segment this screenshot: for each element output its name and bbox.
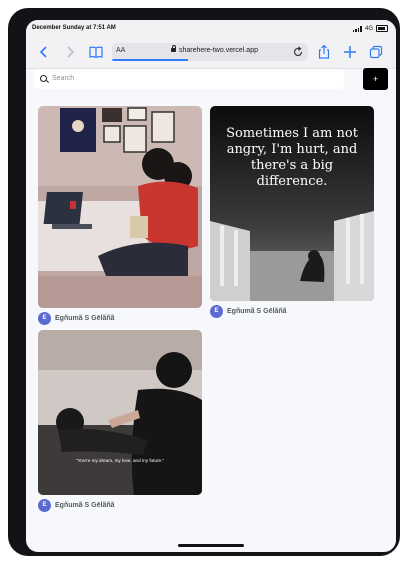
address-bar[interactable]: AA sharehere-two.vercel.app xyxy=(112,43,308,61)
author-name[interactable]: Egñumã S Gēlãñã xyxy=(55,502,115,509)
author-name[interactable]: Egñumã S Gēlãñã xyxy=(227,308,287,315)
pin-image[interactable] xyxy=(38,106,202,308)
pin-author[interactable]: E Egñumã S Gēlãñã xyxy=(38,499,115,512)
pin-author[interactable]: E Egñumã S Gēlãñã xyxy=(210,305,287,318)
avatar[interactable]: E xyxy=(210,305,223,318)
pin-card[interactable]: E Egñumã S Gēlãñã xyxy=(38,106,202,326)
avatar[interactable]: E xyxy=(38,499,51,512)
cellular-signal-icon xyxy=(352,25,362,32)
new-tab-icon[interactable] xyxy=(342,44,358,60)
back-icon[interactable] xyxy=(36,44,52,60)
text-size-button[interactable]: AA xyxy=(116,47,125,54)
search-row: Search + xyxy=(34,68,388,91)
reload-icon[interactable] xyxy=(292,45,304,62)
pin-caption: "You're my dream, my love, and my future… xyxy=(76,458,164,463)
battery-icon xyxy=(376,25,388,32)
url-text: sharehere-two.vercel.app xyxy=(179,47,258,54)
lock-icon xyxy=(171,45,176,52)
pin-author[interactable]: E Egñumã S Gēlãñã xyxy=(38,312,115,325)
status-bar: December Sunday at 7:51 AM 4G xyxy=(26,20,396,38)
ipad-frame: December Sunday at 7:51 AM 4G AA sharehe… xyxy=(8,8,400,556)
tabs-icon[interactable] xyxy=(368,44,384,60)
pin-card[interactable]: Sometimes I am not angry, I'm hurt, and … xyxy=(210,106,374,321)
forward-icon[interactable] xyxy=(62,44,78,60)
page-load-progress xyxy=(112,59,188,61)
status-datetime: December Sunday at 7:51 AM xyxy=(32,25,116,31)
avatar[interactable]: E xyxy=(38,312,51,325)
bookmarks-icon[interactable] xyxy=(88,44,104,60)
screen: December Sunday at 7:51 AM 4G AA sharehe… xyxy=(26,20,396,552)
search-icon xyxy=(40,75,47,82)
network-type: 4G xyxy=(364,25,373,32)
pin-quote: Sometimes I am not angry, I'm hurt, and … xyxy=(226,126,358,189)
browser-toolbar: AA sharehere-two.vercel.app xyxy=(26,38,396,69)
pin-card[interactable]: "You're my dream, my love, and my future… xyxy=(38,330,202,515)
share-icon[interactable] xyxy=(316,44,332,60)
pin-image[interactable]: Sometimes I am not angry, I'm hurt, and … xyxy=(210,106,374,301)
search-placeholder: Search xyxy=(52,75,75,82)
author-name[interactable]: Egñumã S Gēlãñã xyxy=(55,315,115,322)
add-pin-button[interactable]: + xyxy=(363,68,388,90)
pin-image[interactable]: "You're my dream, my love, and my future… xyxy=(38,330,202,495)
status-indicators: 4G xyxy=(352,25,388,32)
search-input[interactable]: Search xyxy=(34,69,344,89)
home-indicator[interactable] xyxy=(178,544,244,547)
